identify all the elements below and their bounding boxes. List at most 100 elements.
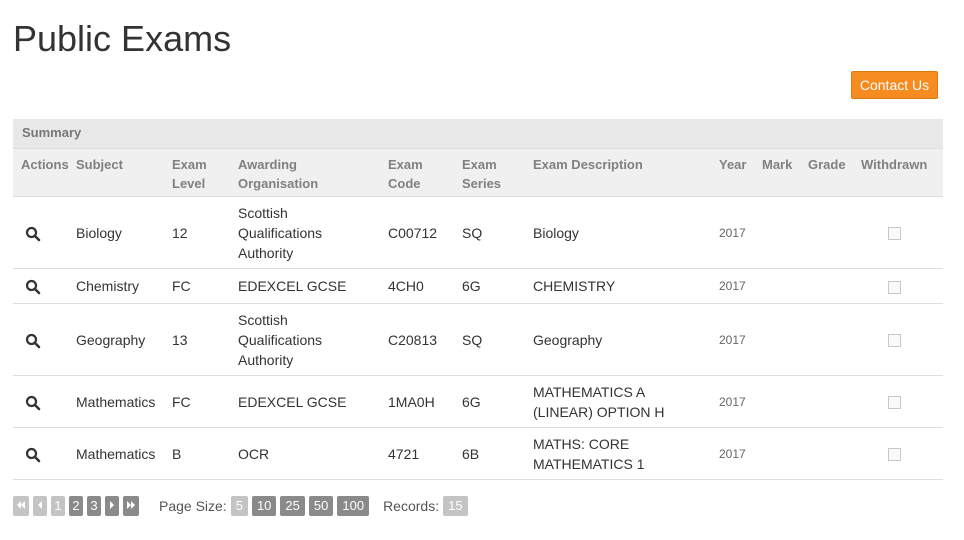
last-page-button[interactable] xyxy=(123,495,139,516)
column-header-actions: Actions xyxy=(13,148,76,197)
subject-cell: Mathematics xyxy=(76,427,172,480)
awarding-organisation-cell-line: Scottish xyxy=(238,311,288,328)
awarding-organisation-cell-line: OCR xyxy=(238,445,270,462)
exam-level-cell: 12 xyxy=(172,196,238,269)
contact-us-button[interactable]: Contact Us xyxy=(851,71,938,99)
exam-description-cell-line: MATHEMATICS A xyxy=(533,383,646,400)
page-size-option-50[interactable]: 50 xyxy=(308,495,334,516)
column-header-text: Actions xyxy=(21,157,69,172)
column-header-text: Exam xyxy=(462,157,497,172)
withdrawn-checkbox[interactable] xyxy=(888,227,901,241)
mark-cell xyxy=(762,427,808,480)
column-header-text: Exam xyxy=(172,157,207,172)
grade-cell xyxy=(808,427,861,480)
exam-level-cell: FC xyxy=(172,268,238,304)
awarding-organisation-cell-line: Authority xyxy=(238,244,294,261)
column-header-text: Awarding xyxy=(238,157,297,172)
awarding-organisation-cell: Scottish Qualifications Authority xyxy=(238,196,388,269)
actions-cell xyxy=(13,196,76,269)
withdrawn-cell xyxy=(861,196,943,269)
records-count-badge: 15 xyxy=(443,495,468,516)
chevron-left-icon xyxy=(38,500,42,509)
search-icon[interactable] xyxy=(25,447,41,463)
page-number-group: 123 xyxy=(51,495,105,516)
exam-level-cell: FC xyxy=(172,375,238,428)
awarding-organisation-cell-line: Authority xyxy=(238,351,294,368)
withdrawn-checkbox[interactable] xyxy=(888,280,901,294)
exam-series-cell: 6B xyxy=(462,427,533,480)
column-header-year: Year xyxy=(719,148,762,197)
next-page-button[interactable] xyxy=(105,495,119,516)
awarding-organisation-cell-line: EDEXCEL GCSE xyxy=(238,278,347,294)
column-header-text: Mark xyxy=(762,157,793,172)
grade-cell xyxy=(808,196,861,269)
page-size-option-10[interactable]: 10 xyxy=(251,495,277,516)
table-row: Geography 13 Scottish Qualifications Authori… xyxy=(13,303,943,376)
column-header-text: Withdrawn xyxy=(861,157,928,172)
exam-description-cell-line: CHEMISTRY xyxy=(533,278,616,294)
exam-series-cell: 6G xyxy=(462,375,533,428)
exam-description-cell-line: MATHS: CORE xyxy=(533,435,630,452)
search-icon[interactable] xyxy=(25,226,41,242)
page-title: Public Exams xyxy=(13,18,232,59)
exam-code-cell: C00712 xyxy=(388,196,462,269)
exam-description-cell-line: Biology xyxy=(533,224,579,241)
page-button-2[interactable]: 2 xyxy=(69,495,83,516)
exam-description-cell-line: MATHEMATICS 1 xyxy=(533,455,645,472)
exam-series-cell: SQ xyxy=(462,303,533,376)
pagination: 123 Page Size: 5 10 25 50 100 Records: 15 xyxy=(13,495,472,516)
awarding-organisation-cell: EDEXCEL GCSE xyxy=(238,268,388,304)
column-header-text: Subject xyxy=(76,157,123,172)
column-header-exam-code: Exam Code xyxy=(388,148,462,197)
withdrawn-checkbox[interactable] xyxy=(888,334,901,348)
subject-cell: Biology xyxy=(76,196,172,269)
exam-description-cell: MATHEMATICS A (LINEAR) OPTION H xyxy=(533,375,719,428)
withdrawn-checkbox[interactable] xyxy=(888,396,901,410)
exam-code-cell: 4CH0 xyxy=(388,268,462,304)
mark-cell xyxy=(762,375,808,428)
page-size-option-100[interactable]: 100 xyxy=(337,495,370,516)
column-header-text: Code xyxy=(388,176,421,191)
withdrawn-cell xyxy=(861,427,943,480)
awarding-organisation-cell: EDEXCEL GCSE xyxy=(238,375,388,428)
column-header-text: Series xyxy=(462,176,502,191)
exam-description-cell-line: Geography xyxy=(533,331,603,348)
page-size-option-5[interactable]: 5 xyxy=(230,495,248,516)
exam-level-cell: 13 xyxy=(172,303,238,376)
exam-series-cell: 6G xyxy=(462,268,533,304)
grade-cell xyxy=(808,375,861,428)
search-icon[interactable] xyxy=(25,279,41,295)
table-row: Chemistry FC EDEXCEL GCSE 4CH0 6G CHEMISTRY 20… xyxy=(13,268,943,304)
column-header-text: Level xyxy=(172,176,206,191)
page-button-1[interactable]: 1 xyxy=(51,495,65,516)
page-button-3[interactable]: 3 xyxy=(87,495,101,516)
search-icon[interactable] xyxy=(25,395,41,411)
column-header-grade: Grade xyxy=(808,148,861,197)
page-size-option-25[interactable]: 25 xyxy=(280,495,305,516)
search-icon[interactable] xyxy=(25,333,41,349)
column-header-exam-description: Exam Description xyxy=(533,148,719,197)
subject-cell: Mathematics xyxy=(76,375,172,428)
table-header-row: Actions Subject Exam Level Awarding Organisat… xyxy=(13,148,943,197)
grade-cell xyxy=(808,268,861,304)
summary-header: Summary xyxy=(13,119,943,148)
exam-code-cell: 4721 xyxy=(388,427,462,480)
subject-cell: Chemistry xyxy=(76,268,172,304)
awarding-organisation-cell: Scottish Qualifications Authority xyxy=(238,303,388,376)
exam-description-cell: Biology xyxy=(533,196,719,269)
exam-level-cell: B xyxy=(172,427,238,480)
page-size-label: Page Size: xyxy=(159,497,227,514)
first-page-button[interactable] xyxy=(13,495,29,516)
mark-cell xyxy=(762,303,808,376)
actions-cell xyxy=(13,427,76,480)
previous-page-button[interactable] xyxy=(33,495,47,516)
withdrawn-cell xyxy=(861,303,943,376)
double-chevron-right-icon xyxy=(127,500,135,509)
exam-description-cell-line: (LINEAR) OPTION H xyxy=(533,403,665,420)
withdrawn-checkbox[interactable] xyxy=(888,448,901,462)
actions-cell xyxy=(13,375,76,428)
exam-description-cell: MATHS: CORE MATHEMATICS 1 xyxy=(533,427,719,480)
column-header-subject: Subject xyxy=(76,148,172,197)
column-header-text: Exam xyxy=(388,157,423,172)
exam-code-cell: 1MA0H xyxy=(388,375,462,428)
